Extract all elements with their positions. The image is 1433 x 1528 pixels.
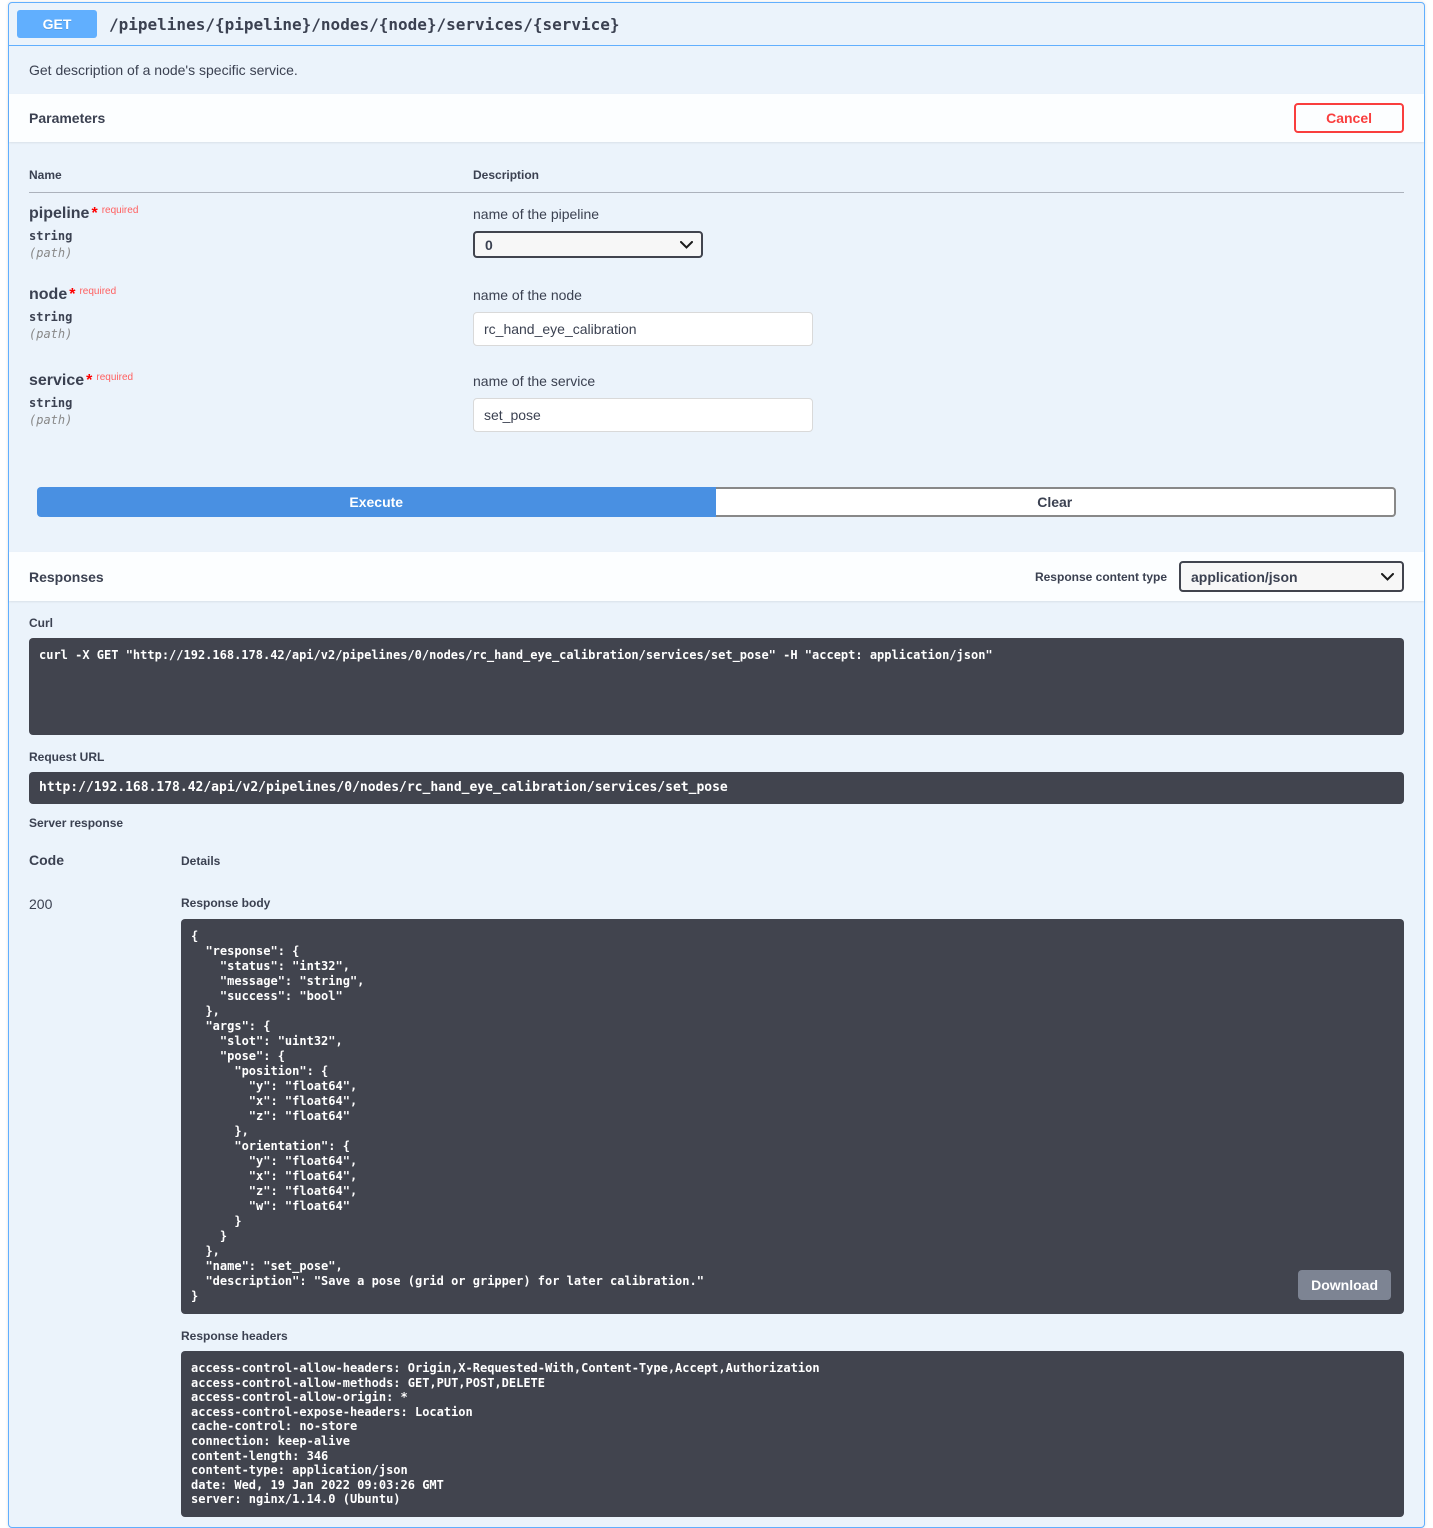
details-column-header: Details bbox=[181, 852, 220, 868]
name-column-header: Name bbox=[29, 142, 473, 193]
response-content-type-label: Response content type bbox=[1035, 570, 1179, 584]
param-row-service: service*required string (path) name of t… bbox=[29, 360, 1404, 446]
parameters-section-header: Parameters Cancel bbox=[9, 94, 1424, 142]
parameters-title: Parameters bbox=[29, 110, 105, 126]
service-input[interactable] bbox=[473, 398, 813, 432]
server-response-label: Server response bbox=[29, 816, 1404, 830]
responses-body: Curl curl -X GET "http://192.168.178.42/… bbox=[9, 616, 1424, 1527]
param-name-service: service*required bbox=[29, 372, 473, 390]
pipeline-select[interactable]: 0 bbox=[473, 231, 703, 258]
get-operation-block: GET /pipelines/{pipeline}/nodes/{node}/s… bbox=[8, 2, 1425, 1528]
param-location: (path) bbox=[29, 246, 473, 260]
param-row-node: node*required string (path) name of the … bbox=[29, 274, 1404, 360]
param-name-node: node*required bbox=[29, 286, 473, 304]
response-headers-block: access-control-allow-headers: Origin,X-R… bbox=[181, 1351, 1404, 1517]
clear-button[interactable]: Clear bbox=[716, 487, 1397, 517]
cancel-button[interactable]: Cancel bbox=[1294, 103, 1404, 133]
description-column-header: Description bbox=[473, 142, 1404, 193]
param-type: string bbox=[29, 229, 473, 243]
response-body-block: { "response": { "status": "int32", "mess… bbox=[181, 919, 1404, 1314]
curl-label: Curl bbox=[29, 616, 1404, 630]
responses-section-header: Responses Response content type applicat… bbox=[9, 552, 1424, 601]
endpoint-description-wrapper: Get description of a node's specific ser… bbox=[9, 46, 1424, 94]
server-response-row: 200 Response body { "response": { "statu… bbox=[29, 878, 1404, 1517]
endpoint-summary[interactable]: GET /pipelines/{pipeline}/nodes/{node}/s… bbox=[9, 3, 1424, 46]
code-column-header: Code bbox=[29, 852, 181, 868]
parameters-table: Name Description pipeline*required strin… bbox=[29, 142, 1404, 446]
param-description: name of the pipeline bbox=[473, 206, 1404, 222]
status-code: 200 bbox=[29, 896, 181, 1517]
required-label: required bbox=[98, 205, 139, 216]
param-type: string bbox=[29, 396, 473, 410]
required-label: required bbox=[75, 286, 116, 297]
http-method-badge: GET bbox=[17, 10, 97, 38]
param-type: string bbox=[29, 310, 473, 324]
required-label: required bbox=[92, 372, 133, 383]
required-star: * bbox=[89, 205, 97, 222]
execute-button[interactable]: Execute bbox=[37, 487, 716, 517]
curl-command-block[interactable]: curl -X GET "http://192.168.178.42/api/v… bbox=[29, 638, 1404, 735]
request-url-label: Request URL bbox=[29, 750, 1404, 764]
responses-title: Responses bbox=[29, 569, 104, 585]
endpoint-description: Get description of a node's specific ser… bbox=[29, 62, 298, 78]
param-row-pipeline: pipeline*required string (path) name of … bbox=[29, 193, 1404, 275]
response-content-type-control: Response content type application/json bbox=[1035, 561, 1404, 592]
response-body-label: Response body bbox=[181, 896, 1404, 910]
param-location: (path) bbox=[29, 327, 473, 341]
parameters-body: Name Description pipeline*required strin… bbox=[9, 142, 1424, 552]
node-input[interactable] bbox=[473, 312, 813, 346]
param-description: name of the service bbox=[473, 373, 1404, 389]
request-url-value: http://192.168.178.42/api/v2/pipelines/0… bbox=[29, 772, 1404, 804]
download-button[interactable]: Download bbox=[1298, 1270, 1391, 1300]
server-response-table: Code Details 200 Response body { "respon… bbox=[29, 838, 1404, 1517]
response-headers-label: Response headers bbox=[181, 1329, 1404, 1343]
param-description: name of the node bbox=[473, 287, 1404, 303]
param-location: (path) bbox=[29, 413, 473, 427]
execute-button-group: Execute Clear bbox=[29, 446, 1404, 538]
response-content-type-select[interactable]: application/json bbox=[1179, 561, 1404, 592]
param-name-pipeline: pipeline*required bbox=[29, 205, 473, 223]
endpoint-path: /pipelines/{pipeline}/nodes/{node}/servi… bbox=[97, 15, 620, 34]
